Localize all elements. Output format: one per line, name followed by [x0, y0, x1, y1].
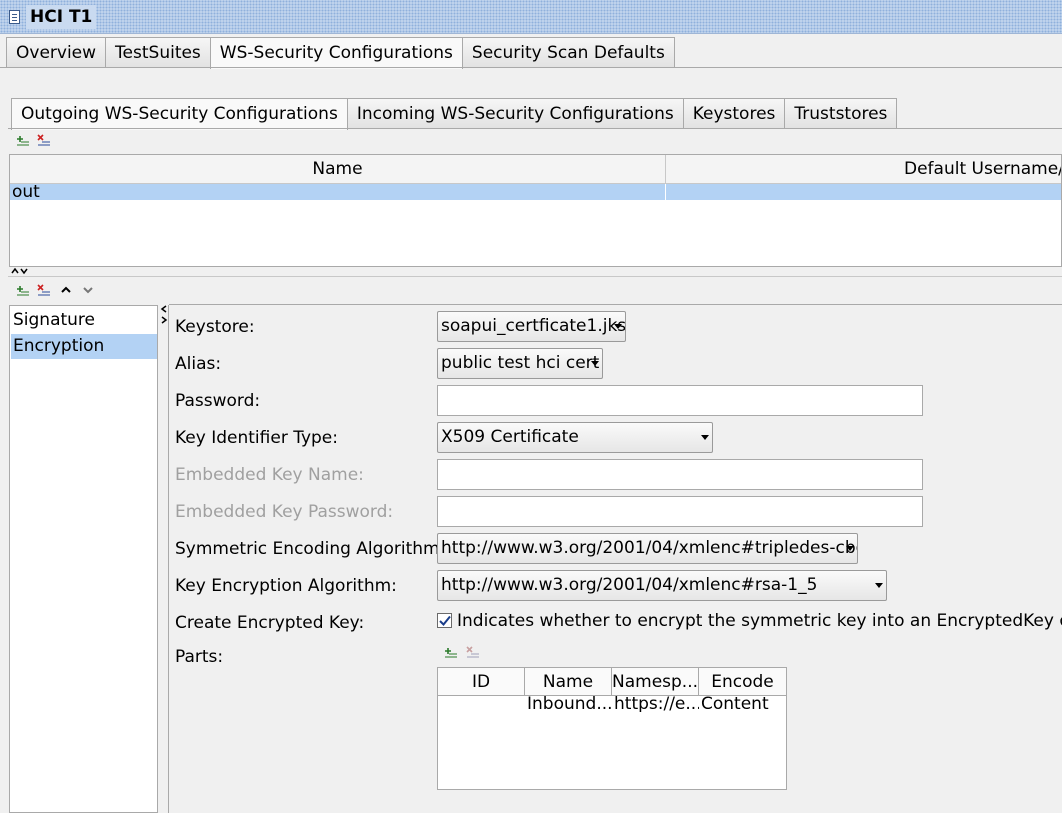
symmetric-encoding-algorithm-value: http://www.w3.org/2001/04/xmlenc#tripled…	[441, 538, 858, 558]
chevron-down-icon	[614, 324, 622, 329]
keystore-select-value: soapui_certficate1.jks	[441, 316, 626, 336]
tab-ws-security-configurations[interactable]: WS-Security Configurations	[209, 37, 463, 69]
horizontal-splitter[interactable]	[8, 267, 1062, 277]
chevron-down-icon	[701, 435, 709, 440]
window-title-bar	[0, 0, 1062, 34]
column-header-namespace[interactable]: Namesp...	[612, 668, 699, 696]
cell-divider	[665, 184, 666, 200]
tab-truststores[interactable]: Truststores	[784, 98, 898, 128]
chevron-down-icon	[846, 546, 854, 551]
symmetric-encoding-algorithm-label: Symmetric Encoding Algorithm:	[175, 539, 446, 559]
tab-incoming-ws-security[interactable]: Incoming WS-Security Configurations	[346, 98, 684, 128]
sub-tab-bar: Outgoing WS-Security Configurations Inco…	[11, 98, 898, 130]
key-encryption-algorithm-label: Key Encryption Algorithm:	[175, 576, 397, 596]
cell-name[interactable]: Inbound...	[525, 696, 612, 712]
create-encrypted-key-checkbox[interactable]	[437, 613, 452, 628]
tab-keystores[interactable]: Keystores	[682, 98, 786, 128]
column-header-id[interactable]: ID	[438, 668, 525, 696]
panel-border	[168, 305, 169, 813]
key-encryption-algorithm-value: http://www.w3.org/2001/04/xmlenc#rsa-1_5	[441, 575, 818, 595]
cell-name: out	[12, 182, 40, 202]
password-label: Password:	[175, 391, 261, 411]
key-identifier-type-value: X509 Certificate	[441, 427, 579, 447]
add-config-icon[interactable]	[16, 134, 30, 146]
column-header-encode[interactable]: Encode	[699, 668, 786, 696]
move-up-icon[interactable]	[60, 285, 74, 297]
create-encrypted-key-description: Indicates whether to encrypt the symmetr…	[457, 611, 1062, 631]
table-row[interactable]: out	[10, 182, 1061, 202]
checkmark-icon	[439, 615, 451, 626]
parts-table: ID Name Namesp... Encode Inbound... http…	[437, 667, 787, 790]
tab-overview[interactable]: Overview	[6, 37, 107, 67]
panel-border	[169, 304, 1062, 305]
alias-select-value: public test hci cert	[441, 353, 600, 373]
outgoing-config-table: Name Default Username/A out	[9, 154, 1062, 267]
entry-list: Signature Encryption	[9, 305, 158, 813]
embedded-key-name-field[interactable]	[437, 459, 923, 490]
main-tab-divider	[0, 67, 1062, 68]
remove-entry-icon[interactable]	[37, 284, 51, 296]
add-entry-icon[interactable]	[16, 284, 30, 296]
embedded-key-password-label: Embedded Key Password:	[175, 502, 394, 522]
tab-testsuites[interactable]: TestSuites	[105, 37, 211, 67]
embedded-key-name-label: Embedded Key Name:	[175, 465, 364, 485]
create-encrypted-key-label: Create Encrypted Key:	[175, 613, 365, 633]
list-item-signature[interactable]: Signature	[11, 308, 157, 333]
key-encryption-algorithm-select[interactable]: http://www.w3.org/2001/04/xmlenc#rsa-1_5	[437, 570, 887, 601]
sub-tab-divider	[8, 128, 1062, 129]
symmetric-encoding-algorithm-select[interactable]: http://www.w3.org/2001/04/xmlenc#tripled…	[437, 533, 858, 564]
cell-namespace[interactable]: https://e...	[612, 696, 699, 712]
alias-select[interactable]: public test hci cert	[437, 348, 603, 379]
cell-encode[interactable]: Content	[699, 696, 786, 712]
remove-config-icon[interactable]	[37, 134, 51, 146]
splitter-arrows-icon[interactable]	[11, 267, 29, 275]
main-tab-bar: Overview TestSuites WS-Security Configur…	[6, 37, 675, 69]
parts-label: Parts:	[175, 647, 224, 667]
move-down-icon[interactable]	[82, 285, 96, 297]
chevron-down-icon	[875, 583, 883, 588]
remove-part-icon[interactable]	[466, 646, 480, 658]
list-item-encryption[interactable]: Encryption	[11, 334, 157, 359]
alias-label: Alias:	[175, 354, 222, 374]
splitter-arrows-icon[interactable]	[160, 305, 168, 325]
tab-security-scan-defaults[interactable]: Security Scan Defaults	[461, 37, 675, 67]
keystore-select[interactable]: soapui_certficate1.jks	[437, 311, 626, 342]
key-identifier-type-label: Key Identifier Type:	[175, 428, 338, 448]
password-field[interactable]	[437, 385, 923, 416]
window-title: HCI T1	[26, 5, 97, 29]
chevron-down-icon	[591, 361, 599, 366]
key-identifier-type-select[interactable]: X509 Certificate	[437, 422, 713, 453]
add-part-icon[interactable]	[444, 646, 458, 658]
column-header-name[interactable]: Name	[10, 155, 666, 184]
tab-outgoing-ws-security[interactable]: Outgoing WS-Security Configurations	[11, 98, 348, 130]
column-header-name[interactable]: Name	[525, 668, 612, 696]
cell-id[interactable]	[438, 696, 525, 712]
column-header-default-username[interactable]: Default Username/A	[666, 155, 1061, 184]
document-icon	[9, 10, 20, 24]
embedded-key-password-field[interactable]	[437, 496, 923, 527]
keystore-label: Keystore:	[175, 317, 255, 337]
